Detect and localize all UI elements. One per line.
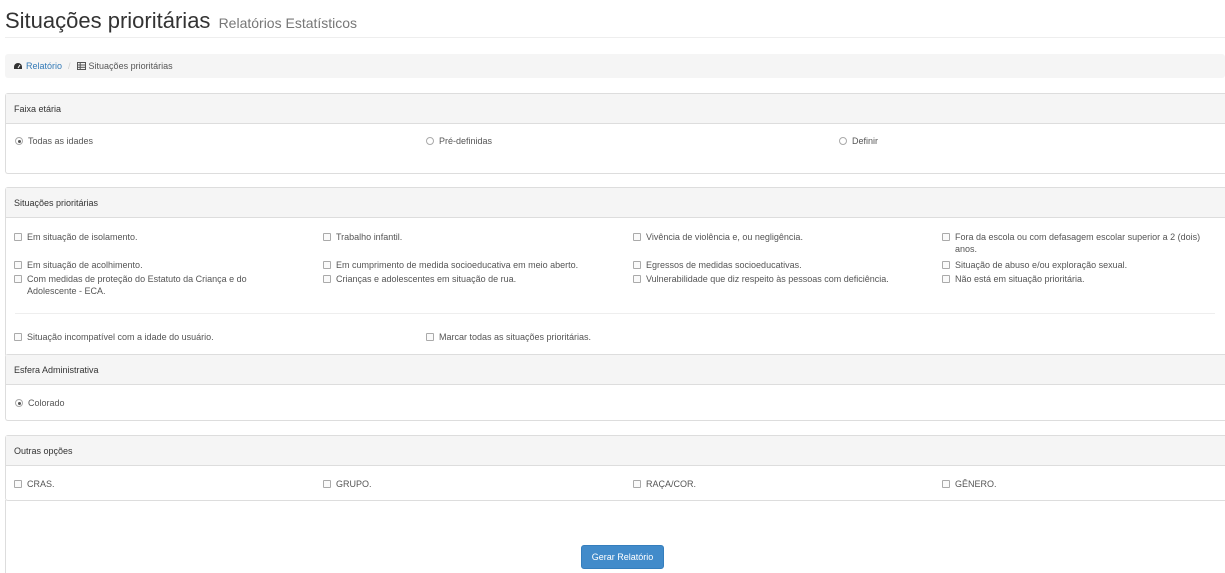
checkbox-label: Situação incompatível com a idade do usu… (27, 332, 214, 342)
checkbox-nao-prioritaria[interactable]: Não está em situação prioritária. (942, 273, 1222, 285)
checkbox[interactable] (426, 333, 434, 341)
radio-todas-idades[interactable]: Todas as idades (15, 135, 93, 147)
checkbox-isolamento[interactable]: Em situação de isolamento. (14, 231, 294, 243)
radio-indicator[interactable] (15, 399, 23, 407)
radio-indicator[interactable] (426, 137, 434, 145)
radio-label: Todas as idades (28, 136, 94, 146)
checkbox-eca[interactable]: Com medidas de proteção do Estatuto da C… (14, 273, 279, 297)
checkbox-label: Em situação de isolamento. (27, 232, 138, 242)
breadcrumb-current-label: Situações prioritárias (88, 61, 173, 71)
checkbox[interactable] (942, 275, 950, 283)
checkbox-label: GÊNERO. (955, 479, 997, 489)
checkbox-marcar-todas[interactable]: Marcar todas as situações prioritárias. (426, 331, 591, 343)
radio-label: Colorado (28, 398, 65, 408)
page-title-text: Situações prioritárias (5, 8, 211, 33)
checkbox[interactable] (942, 233, 950, 241)
outras-opcoes-panel: Outras opções (5, 435, 1225, 501)
checkbox[interactable] (14, 480, 22, 488)
checkbox-label: RAÇA/COR. (646, 479, 697, 489)
checkbox-acolhimento[interactable]: Em situação de acolhimento. (14, 259, 294, 271)
checkbox-abuso[interactable]: Situação de abuso e/ou exploração sexual… (942, 259, 1222, 271)
checkbox-grupo[interactable]: GRUPO. (323, 478, 372, 490)
checkbox-egressos[interactable]: Egressos de medidas socioeducativas. (633, 259, 923, 271)
radio-label: Pré-definidas (439, 136, 493, 146)
checkbox-label: Egressos de medidas socioeducativas. (646, 260, 802, 270)
checkbox-trabalho-infantil[interactable]: Trabalho infantil. (323, 231, 613, 243)
checkbox-label: Vivência de violência e, ou negligência. (646, 232, 803, 242)
esfera-heading: Esfera Administrativa (6, 355, 1225, 385)
checkbox[interactable] (14, 233, 22, 241)
checkbox-medida-socioeducativa[interactable]: Em cumprimento de medida socioeducativa … (323, 259, 613, 271)
gerar-relatorio-button[interactable]: Gerar Relatório (581, 545, 664, 569)
outras-opcoes-heading: Outras opções (6, 436, 1225, 466)
checkbox-fora-escola[interactable]: Fora da escola ou com defasagem escolar … (942, 231, 1222, 255)
checkbox[interactable] (14, 333, 22, 341)
radio-colorado[interactable]: Colorado (15, 397, 65, 409)
page-subtitle: Relatórios Estatísticos (218, 15, 358, 31)
radio-indicator[interactable] (15, 137, 23, 145)
checkbox-label: Não está em situação prioritária. (955, 274, 1085, 284)
checkbox-label: Em cumprimento de medida socioeducativa … (336, 260, 579, 270)
checkbox-label: Em situação de acolhimento. (27, 260, 143, 270)
checkbox-label: Marcar todas as situações prioritárias. (439, 332, 592, 342)
checkbox[interactable] (323, 275, 331, 283)
radio-label: Definir (852, 136, 879, 146)
checkbox[interactable] (633, 480, 641, 488)
checkbox-raca-cor[interactable]: RAÇA/COR. (633, 478, 696, 490)
breadcrumb-separator: / (68, 61, 71, 71)
esfera-panel: Esfera Administrativa (5, 354, 1225, 421)
page-title: Situações prioritárias Relatórios Estatí… (5, 6, 1225, 38)
checkbox[interactable] (14, 261, 22, 269)
checkbox-label: Crianças e adolescentes em situação de r… (336, 274, 517, 284)
radio-definir[interactable]: Definir (839, 135, 878, 147)
page-header: Situações prioritárias Relatórios Estatí… (5, 6, 1225, 38)
checkbox[interactable] (323, 233, 331, 241)
checkbox-cras[interactable]: CRAS. (14, 478, 55, 490)
checkbox-label: Vulnerabilidade que diz respeito às pess… (646, 274, 889, 284)
checkbox-label: Trabalho infantil. (336, 232, 403, 242)
faixa-etaria-heading: Faixa etária (6, 94, 1225, 124)
checkbox[interactable] (633, 233, 641, 241)
checkbox[interactable] (942, 261, 950, 269)
checkbox-genero[interactable]: GÊNERO. (942, 478, 997, 490)
checkbox-label: CRAS. (27, 479, 55, 489)
checkbox-label: Com medidas de proteção do Estatuto da C… (27, 274, 247, 296)
table-icon (76, 62, 86, 70)
radio-pre-definidas[interactable]: Pré-definidas (426, 135, 492, 147)
checkbox[interactable] (14, 275, 22, 283)
breadcrumb-current: Situações prioritárias (76, 61, 173, 71)
checkbox-label: Situação de abuso e/ou exploração sexual… (955, 260, 1128, 270)
section-divider (15, 313, 1215, 314)
breadcrumb: Relatório / Situações prioritárias (5, 54, 1225, 78)
checkbox-situacao-rua[interactable]: Crianças e adolescentes em situação de r… (323, 273, 613, 285)
breadcrumb-relatorio-link[interactable]: Relatório (13, 61, 62, 71)
form-side-border (5, 500, 6, 573)
dashboard-icon (14, 62, 22, 69)
faixa-etaria-panel: Faixa etária (5, 93, 1225, 174)
checkbox-violencia[interactable]: Vivência de violência e, ou negligência. (633, 231, 923, 243)
checkbox[interactable] (633, 261, 641, 269)
checkbox[interactable] (323, 480, 331, 488)
checkbox[interactable] (633, 275, 641, 283)
checkbox[interactable] (323, 261, 331, 269)
checkbox-label: GRUPO. (336, 479, 372, 489)
breadcrumb-root-label: Relatório (26, 61, 63, 71)
checkbox-incompativel-idade[interactable]: Situação incompatível com a idade do usu… (14, 331, 214, 343)
checkbox-deficiencia[interactable]: Vulnerabilidade que diz respeito às pess… (633, 273, 933, 285)
radio-indicator[interactable] (839, 137, 847, 145)
checkbox[interactable] (942, 480, 950, 488)
situacoes-heading: Situações prioritárias (6, 188, 1225, 218)
checkbox-label: Fora da escola ou com defasagem escolar … (955, 232, 1201, 254)
